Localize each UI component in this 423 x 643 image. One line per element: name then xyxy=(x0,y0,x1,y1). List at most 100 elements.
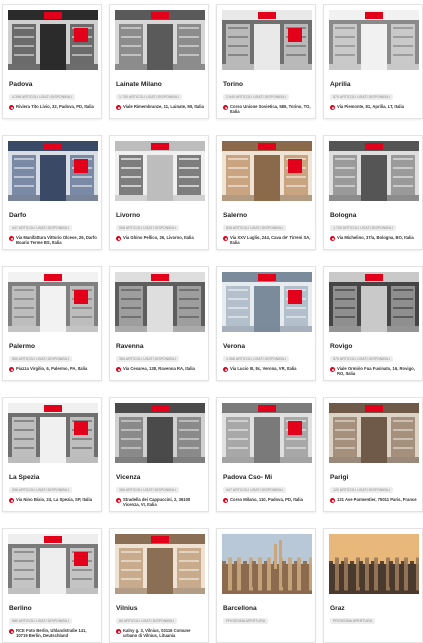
store-city[interactable]: Ravenna xyxy=(116,343,144,350)
store-city[interactable]: Salerno xyxy=(223,212,247,219)
store-photo[interactable] xyxy=(115,272,205,332)
location-pin-icon xyxy=(9,105,14,110)
store-card[interactable]: Vicenza 306 ARTICOLI USATI DISPONIBILI S… xyxy=(109,397,209,512)
store-photo[interactable] xyxy=(222,141,312,201)
store-photo[interactable] xyxy=(329,272,419,332)
store-card[interactable]: Aprilia 570 ARTICOLI USATI DISPONIBILI V… xyxy=(323,4,423,119)
store-city[interactable]: Parigi xyxy=(330,474,348,481)
store-items-badge: PROSSIMA APERTURA xyxy=(223,618,269,624)
store-address-text: Via Lucio III, 8c, Verona, VR, Italia xyxy=(230,366,297,371)
store-card[interactable]: La Spezia 356 ARTICOLI USATI DISPONIBILI… xyxy=(2,397,102,512)
store-address-text: Via Ghino Pellico, 26, Livorno, Italia xyxy=(123,235,194,240)
store-card[interactable]: Torino 2.640 ARTICOLI USATI DISPONIBILI … xyxy=(216,4,316,119)
store-address: Via Piemonte, 81, Aprilia, LT, Italia xyxy=(330,104,418,110)
store-address: Riviera Tito Livio, 32, Padova, PD, Ital… xyxy=(9,104,97,110)
store-city[interactable]: Vicenza xyxy=(116,474,140,481)
store-address: Corso Unione Sovietica, 585, Torino, TO,… xyxy=(223,104,311,114)
store-photo[interactable] xyxy=(329,534,419,594)
store-city[interactable]: Barcellona xyxy=(223,605,257,612)
store-photo[interactable] xyxy=(115,534,205,594)
store-address-text: Corso Milano, 110, Padova, PD, Italia xyxy=(230,497,303,502)
store-card[interactable]: Graz PROSSIMA APERTURA xyxy=(323,528,423,643)
location-pin-icon xyxy=(330,236,335,241)
store-city[interactable]: La Spezia xyxy=(9,474,39,481)
store-photo[interactable] xyxy=(8,141,98,201)
store-card[interactable]: Barcellona PROSSIMA APERTURA xyxy=(216,528,316,643)
store-items-badge: 4.398 ARTICOLI USATI DISPONIBILI xyxy=(9,94,75,100)
store-city[interactable]: Verona xyxy=(223,343,245,350)
store-city[interactable]: Livorno xyxy=(116,212,140,219)
store-card[interactable]: Vilnius 80 ARTICOLI USATI DISPONIBILI Ka… xyxy=(109,528,209,643)
store-photo[interactable] xyxy=(222,403,312,463)
store-items-badge: 364 ARTICOLI USATI DISPONIBILI xyxy=(116,356,179,362)
store-card[interactable]: Palermo 550 ARTICOLI USATI DISPONIBILI P… xyxy=(2,266,102,381)
store-card[interactable]: Salerno 838 ARTICOLI USATI DISPONIBILI V… xyxy=(216,135,316,250)
store-city[interactable]: Graz xyxy=(330,605,345,612)
store-grid: Padova 4.398 ARTICOLI USATI DISPONIBILI … xyxy=(0,0,423,643)
store-card[interactable]: Berlino 580 ARTICOLI USATI DISPONIBILI R… xyxy=(2,528,102,643)
store-address: Via Cesarea, 138, Ravenna RA, Italia xyxy=(116,366,204,372)
store-photo[interactable] xyxy=(222,272,312,332)
store-card[interactable]: Padova 4.398 ARTICOLI USATI DISPONIBILI … xyxy=(2,4,102,119)
store-photo[interactable] xyxy=(8,403,98,463)
store-card[interactable]: Bologna 1.700 ARTICOLI USATI DISPONIBILI… xyxy=(323,135,423,250)
store-photo[interactable] xyxy=(115,141,205,201)
location-pin-icon xyxy=(9,498,14,503)
store-city[interactable]: Lainate Milano xyxy=(116,81,162,88)
store-address-text: Riviera Tito Livio, 32, Padova, PD, Ital… xyxy=(16,104,94,109)
location-pin-icon xyxy=(116,629,121,634)
store-photo[interactable] xyxy=(8,534,98,594)
store-photo[interactable] xyxy=(329,141,419,201)
store-items-badge: 570 ARTICOLI USATI DISPONIBILI xyxy=(330,356,393,362)
store-photo[interactable] xyxy=(8,10,98,70)
store-photo[interactable] xyxy=(115,10,205,70)
store-items-badge: 447 ARTICOLI USATI DISPONIBILI xyxy=(9,225,72,231)
store-city[interactable]: Padova Cso- Mi xyxy=(223,474,272,481)
store-card[interactable]: Lainate Milano 1.700 ARTICOLI USATI DISP… xyxy=(109,4,209,119)
store-city[interactable]: Palermo xyxy=(9,343,35,350)
store-card[interactable]: Darfo 447 ARTICOLI USATI DISPONIBILI Via… xyxy=(2,135,102,250)
store-address-text: Viale Rimembranze, 11, Lainate, MI, Ital… xyxy=(123,104,204,109)
store-photo[interactable] xyxy=(329,10,419,70)
store-items-badge: 570 ARTICOLI USATI DISPONIBILI xyxy=(330,94,393,100)
store-items-badge: 2.640 ARTICOLI USATI DISPONIBILI xyxy=(223,94,289,100)
store-address: Via Lucio III, 8c, Verona, VR, Italia xyxy=(223,366,311,372)
location-pin-icon xyxy=(223,105,228,110)
store-card[interactable]: Rovigo 570 ARTICOLI USATI DISPONIBILI Vi… xyxy=(323,266,423,381)
store-photo[interactable] xyxy=(222,534,312,594)
location-pin-icon xyxy=(116,105,121,110)
store-city[interactable]: Darfo xyxy=(9,212,26,219)
store-photo[interactable] xyxy=(115,403,205,463)
store-items-badge: 1.700 ARTICOLI USATI DISPONIBILI xyxy=(116,94,182,100)
store-card[interactable]: Ravenna 364 ARTICOLI USATI DISPONIBILI V… xyxy=(109,266,209,381)
store-city[interactable]: Rovigo xyxy=(330,343,352,350)
store-address: Viale Ormirio Fua Fusinato, 16, Rovigo, … xyxy=(330,366,418,376)
store-photo[interactable] xyxy=(8,272,98,332)
store-photo[interactable] xyxy=(329,403,419,463)
store-items-badge: PROSSIMA APERTURA xyxy=(330,618,376,624)
store-card[interactable]: Verona 1.066 ARTICOLI USATI DISPONIBILI … xyxy=(216,266,316,381)
store-address: Corso Milano, 110, Padova, PD, Italia xyxy=(223,497,311,503)
location-pin-icon xyxy=(116,498,121,503)
store-address-text: Via Nino Bixio, 24, La Spezia, SP, Itali… xyxy=(16,497,92,502)
store-city[interactable]: Aprilia xyxy=(330,81,351,88)
location-pin-icon xyxy=(330,105,335,110)
location-pin-icon xyxy=(223,498,228,503)
store-address: Via Nino Bixio, 24, La Spezia, SP, Itali… xyxy=(9,497,97,503)
store-city[interactable]: Padova xyxy=(9,81,32,88)
store-photo[interactable] xyxy=(222,10,312,70)
store-city[interactable]: Vilnius xyxy=(116,605,138,612)
store-address-text: Viale Ormirio Fua Fusinato, 16, Rovigo, … xyxy=(337,366,415,376)
store-city[interactable]: Berlino xyxy=(9,605,32,612)
store-address: Via Ghino Pellico, 26, Livorno, Italia xyxy=(116,235,204,241)
store-items-badge: 838 ARTICOLI USATI DISPONIBILI xyxy=(223,225,286,231)
store-card[interactable]: Parigi 120 ARTICOLI USATI DISPONIBILI 12… xyxy=(323,397,423,512)
store-card[interactable]: Padova Cso- Mi 447 ARTICOLI USATI DISPON… xyxy=(216,397,316,512)
store-address-text: Piazza Virgilio, 6, Palermo, PA, Italia xyxy=(16,366,88,371)
store-card[interactable]: Livorno 598 ARTICOLI USATI DISPONIBILI V… xyxy=(109,135,209,250)
store-address-text: Via Cesarea, 138, Ravenna RA, Italia xyxy=(123,366,195,371)
store-city[interactable]: Bologna xyxy=(330,212,356,219)
store-city[interactable]: Torino xyxy=(223,81,243,88)
store-items-badge: 550 ARTICOLI USATI DISPONIBILI xyxy=(9,356,72,362)
store-items-badge: 306 ARTICOLI USATI DISPONIBILI xyxy=(116,487,179,493)
